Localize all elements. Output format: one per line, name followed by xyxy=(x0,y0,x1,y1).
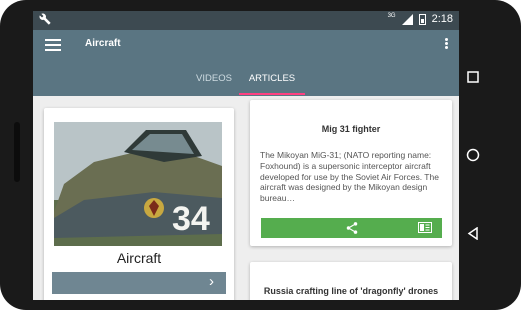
status-right: 3G 2:18 xyxy=(388,13,453,25)
article-title: Mig 31 fighter xyxy=(321,124,381,134)
tab-indicator xyxy=(239,93,305,95)
navigation-bar xyxy=(459,0,521,310)
article-summary: The Mikoyan MiG-31; (NATO reporting name… xyxy=(260,150,439,204)
jet-illustration: 34 xyxy=(54,122,222,246)
share-icon[interactable] xyxy=(345,221,359,235)
status-bar: 3G 2:18 xyxy=(33,11,459,30)
chevron-right-icon: › xyxy=(209,273,214,290)
article-card[interactable]: Mig 31 fighter The Mikoyan MiG-31; (NATO… xyxy=(250,100,452,246)
home-circle-icon[interactable] xyxy=(459,140,487,170)
network-label: 3G xyxy=(387,13,396,19)
tab-bar: VIDEOS ARTICLES xyxy=(33,70,459,96)
tab-videos[interactable]: VIDEOS xyxy=(189,70,239,96)
aircraft-photo: 34 xyxy=(54,122,222,246)
article-actions xyxy=(261,218,442,238)
category-card[interactable]: 34 Aircraft › xyxy=(44,108,234,300)
screen: 3G 2:18 Aircraft VIDEOS ARTICLES 34 Airc… xyxy=(33,11,459,300)
app-toolbar: Aircraft VIDEOS ARTICLES xyxy=(33,30,459,96)
signal-icon xyxy=(401,13,413,25)
status-time: 2:18 xyxy=(431,13,453,25)
recents-square-icon[interactable] xyxy=(459,62,487,92)
article-title-2: Russia crafting line of 'dragonfly' dron… xyxy=(263,286,439,296)
phone-frame: 3G 2:18 Aircraft VIDEOS ARTICLES 34 Airc… xyxy=(0,0,521,310)
back-triangle-icon[interactable] xyxy=(459,218,487,248)
more-vert-icon[interactable] xyxy=(443,37,449,53)
article-card-2[interactable]: Russia crafting line of 'dragonfly' dron… xyxy=(250,262,452,300)
open-category-button[interactable]: › xyxy=(52,272,226,294)
category-title: Aircraft xyxy=(116,250,162,266)
side-button xyxy=(14,122,20,182)
read-icon[interactable] xyxy=(418,222,432,233)
articles-content: 34 Aircraft › Mig 31 fighter The Mikoyan… xyxy=(33,96,459,300)
wrench-icon xyxy=(39,13,51,28)
hamburger-icon[interactable] xyxy=(45,39,61,53)
toolbar-title: Aircraft xyxy=(85,38,121,49)
battery-icon xyxy=(418,13,426,25)
aircraft-number: 34 xyxy=(172,200,210,238)
